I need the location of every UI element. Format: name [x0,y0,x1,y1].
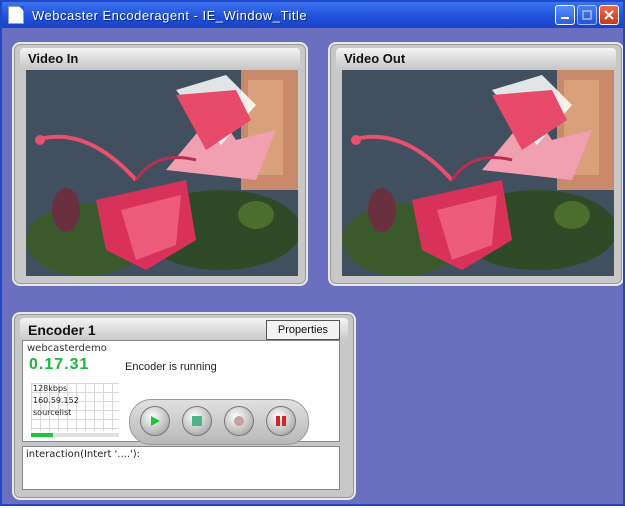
pause-icon [276,416,286,426]
encoder-status-box: webcasterdemo 0.17.31 Encoder is running… [22,340,340,445]
encoder-header: Encoder 1 Properties [20,318,348,340]
encoder-level-meter [31,433,119,437]
video-out-panel: Video Out [328,42,623,286]
play-icon [151,416,160,426]
app-icon [8,6,24,24]
encoder-name: webcasterdemo [27,343,107,354]
video-out-preview [342,70,614,276]
encoder-stats-grid: 128kbps 160.59.152 sourcelist [31,383,119,431]
video-out-title: Video Out [344,51,406,66]
stop-icon [192,416,202,426]
window-controls [555,5,619,25]
maximize-icon [582,10,592,20]
play-button[interactable] [140,406,170,436]
video-in-header: Video In [20,48,300,68]
stat-address: 160.59.152 [33,396,79,405]
video-out-header: Video Out [336,48,616,68]
interaction-log[interactable]: interaction(Intert '....'): [22,446,340,490]
application-window: Webcaster Encoderagent - IE_Window_Title… [0,0,625,506]
stop-button[interactable] [182,406,212,436]
close-button[interactable] [599,5,619,25]
pause-button[interactable] [266,406,296,436]
video-in-title: Video In [28,51,79,66]
maximize-button[interactable] [577,5,597,25]
stat-bitrate: 128kbps [33,384,68,393]
minimize-icon [561,17,569,19]
record-button[interactable] [224,406,254,436]
encoder-title: Encoder 1 [28,322,96,338]
stat-source: sourcelist [33,408,72,417]
encoder-level-fill [31,433,53,437]
video-in-panel: Video In [12,42,308,286]
record-icon [234,416,244,426]
encoder-status-text: Encoder is running [125,361,217,373]
close-icon [604,10,614,20]
transport-controls [129,399,309,445]
properties-button[interactable]: Properties [266,320,340,340]
encoder-panel: Encoder 1 Properties webcasterdemo 0.17.… [12,312,356,500]
video-in-preview [26,70,298,276]
elapsed-time: 0.17.31 [29,356,90,373]
interaction-log-text: interaction(Intert '....'): [26,449,141,460]
window-title: Webcaster Encoderagent - IE_Window_Title [32,7,308,23]
title-bar[interactable]: Webcaster Encoderagent - IE_Window_Title [2,2,623,28]
minimize-button[interactable] [555,5,575,25]
